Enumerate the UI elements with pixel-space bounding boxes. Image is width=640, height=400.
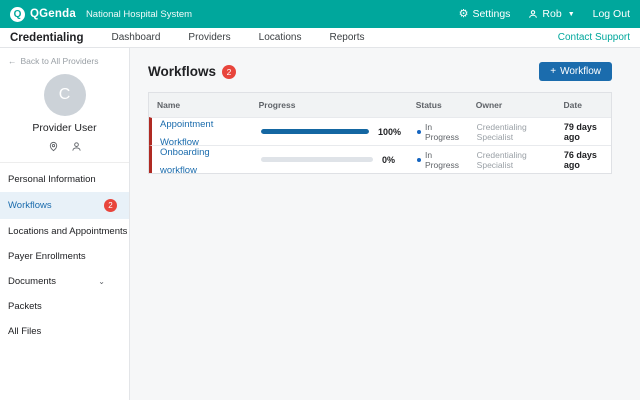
progress-bar-fill — [261, 129, 369, 134]
logo-letter: Q — [14, 9, 22, 20]
back-link[interactable]: ← Back to All Providers — [0, 48, 129, 70]
person-icon — [528, 9, 538, 19]
workflow-name-cell: Onboarding workflow — [152, 142, 253, 178]
logout-label: Log Out — [593, 8, 630, 20]
person-outline-icon[interactable] — [71, 141, 82, 152]
date-cell: 76 days ago — [556, 150, 611, 170]
workflow-link[interactable]: Onboarding workflow — [160, 147, 210, 176]
topbar: Q QGenda National Hospital System ⚙ Sett… — [0, 0, 640, 28]
profile-icons — [0, 134, 129, 160]
sidebar-item-label: Payer Enrollments — [8, 251, 86, 262]
sidebar-item-label: Documents — [8, 276, 56, 287]
progress-cell: 0% — [253, 155, 409, 165]
sidebar-item-label: Locations and Appointments — [8, 226, 127, 237]
status-label: In Progress — [425, 122, 461, 142]
plus-icon: + — [550, 66, 556, 77]
sidebar-item-locations-and-appointments[interactable]: Locations and Appointments — [0, 219, 129, 244]
owner-cell: Credentialing Specialist — [469, 150, 556, 170]
add-workflow-button[interactable]: + Workflow — [539, 62, 612, 81]
sidebar-item-packets[interactable]: Packets — [0, 294, 129, 319]
column-header-progress[interactable]: Progress — [251, 93, 408, 117]
app-root: Q QGenda National Hospital System ⚙ Sett… — [0, 0, 640, 400]
app-title: Credentialing — [10, 32, 83, 44]
main-nav: Credentialing Dashboard Providers Locati… — [0, 28, 640, 48]
location-pin-icon[interactable] — [48, 141, 59, 152]
sidebar-item-documents[interactable]: Documents ⌄ — [0, 269, 129, 294]
user-menu[interactable]: Rob ▼ — [528, 8, 574, 20]
nav-item-locations[interactable]: Locations — [259, 32, 302, 43]
qgenda-logo-icon: Q — [10, 7, 25, 22]
avatar: C — [44, 74, 86, 116]
org-name: National Hospital System — [86, 9, 192, 20]
status-label: In Progress — [425, 150, 461, 170]
table-row[interactable]: Onboarding workflow 0% In Progress Crede… — [149, 145, 611, 173]
chevron-down-icon: ⌄ — [98, 277, 105, 286]
sidebar-item-payer-enrollments[interactable]: Payer Enrollments — [0, 244, 129, 269]
status-cell: In Progress — [409, 122, 469, 142]
column-header-status[interactable]: Status — [408, 93, 468, 117]
back-label: Back to All Providers — [21, 56, 99, 66]
workflows-table: Name Progress Status Owner Date Appointm… — [148, 92, 612, 174]
main-content: Workflows 2 + Workflow Name Progress Sta… — [130, 48, 640, 400]
sidebar-item-workflows[interactable]: Workflows 2 — [0, 192, 129, 219]
contact-support-link[interactable]: Contact Support — [558, 32, 630, 43]
status-dot-icon — [417, 158, 421, 162]
add-workflow-label: Workflow — [560, 66, 601, 77]
owner-cell: Credentialing Specialist — [469, 122, 556, 142]
back-arrow-icon: ← — [8, 56, 17, 66]
sidebar-item-label: All Files — [8, 326, 41, 337]
sidebar-item-label: Packets — [8, 301, 42, 312]
workflows-count-badge: 2 — [222, 65, 236, 79]
nav-item-dashboard[interactable]: Dashboard — [111, 32, 160, 43]
sidebar-item-all-files[interactable]: All Files — [0, 319, 129, 344]
progress-label: 0% — [382, 155, 395, 165]
main-header: Workflows 2 + Workflow — [148, 62, 612, 81]
avatar-letter: C — [59, 86, 71, 104]
sidebar-item-label: Workflows — [8, 200, 52, 211]
provider-name: Provider User — [0, 122, 129, 134]
sidebar: ← Back to All Providers C Provider User … — [0, 48, 130, 400]
status-cell: In Progress — [409, 150, 469, 170]
logout-button[interactable]: Log Out — [593, 8, 630, 20]
chevron-down-icon: ▼ — [568, 11, 575, 18]
user-label: Rob — [542, 8, 561, 20]
nav-item-reports[interactable]: Reports — [329, 32, 364, 43]
date-cell: 79 days ago — [556, 122, 611, 142]
column-header-owner[interactable]: Owner — [468, 93, 556, 117]
settings-button[interactable]: ⚙ Settings — [459, 8, 511, 20]
gear-icon: ⚙ — [459, 9, 469, 20]
topbar-actions: ⚙ Settings Rob ▼ Log Out — [441, 8, 630, 20]
sidebar-item-label: Personal Information — [8, 174, 96, 185]
progress-cell: 100% — [253, 127, 409, 137]
settings-label: Settings — [472, 8, 510, 20]
content-row: ← Back to All Providers C Provider User … — [0, 48, 640, 400]
column-header-date[interactable]: Date — [556, 93, 611, 117]
page-title: Workflows — [148, 64, 216, 79]
workflows-count-badge: 2 — [104, 199, 117, 212]
brand-name: QGenda — [30, 8, 76, 20]
progress-bar — [261, 157, 373, 162]
sidebar-menu: Personal Information Workflows 2 Locatio… — [0, 162, 129, 344]
progress-label: 100% — [378, 127, 401, 137]
progress-bar — [261, 129, 369, 134]
nav-item-providers[interactable]: Providers — [188, 32, 230, 43]
sidebar-item-personal-information[interactable]: Personal Information — [0, 167, 129, 192]
status-dot-icon — [417, 130, 421, 134]
